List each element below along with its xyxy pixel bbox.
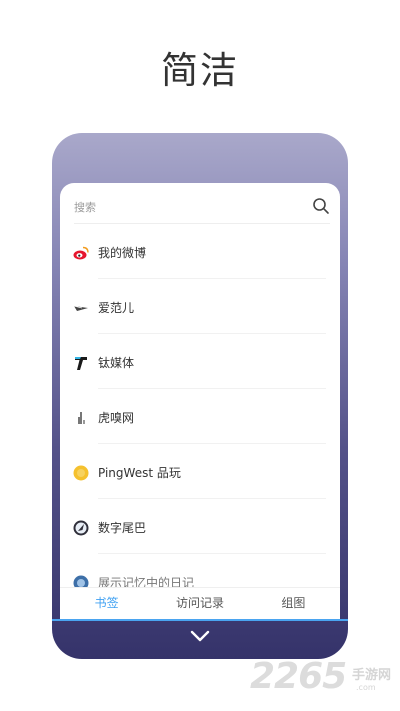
bookmark-item-huxiu[interactable]: 虎嗅网 <box>60 389 340 444</box>
tab-bookmarks[interactable]: 书签 <box>60 588 153 619</box>
chevron-down-icon[interactable] <box>190 629 210 643</box>
watermark-suffix: 手游网 <box>352 668 392 683</box>
weibo-icon <box>73 246 89 260</box>
pingwest-icon <box>73 465 89 481</box>
tab-groups[interactable]: 组图 <box>247 588 340 619</box>
search-bar[interactable]: 搜索 <box>74 193 330 221</box>
bookmark-list: 我的微博 爱范儿 钛媒体 虎嗅网 PingWest 品玩 数字尾巴 展示记忆中的… <box>60 224 340 609</box>
accent-line <box>52 619 348 621</box>
search-input[interactable]: 搜索 <box>74 199 96 215</box>
watermark-number: 2265 <box>250 656 347 697</box>
bookmark-label: 我的微博 <box>98 246 147 260</box>
bookmark-item-tmtpost[interactable]: 钛媒体 <box>60 334 340 389</box>
bookmark-label: 爱范儿 <box>98 301 135 315</box>
bookmark-label: 钛媒体 <box>98 356 135 370</box>
tab-bar: 书签 访问记录 组图 <box>60 587 340 619</box>
site-watermark: 2265 手游网 .com <box>250 656 400 702</box>
bookmark-label: 虎嗅网 <box>98 411 135 425</box>
browser-card: 搜索 我的微博 爱范儿 钛媒体 虎嗅网 PingWest 品玩 数字尾巴 展示记… <box>60 183 340 619</box>
bookmark-item-dgtle[interactable]: 数字尾巴 <box>60 499 340 554</box>
watermark-domain: .com <box>356 683 376 692</box>
ifanr-icon <box>73 305 88 311</box>
tmtpost-icon <box>75 357 87 370</box>
phone-frame: 搜索 我的微博 爱范儿 钛媒体 虎嗅网 PingWest 品玩 数字尾巴 展示记… <box>52 133 348 659</box>
bookmark-item-pingwest[interactable]: PingWest 品玩 <box>60 444 340 499</box>
bookmark-label: PingWest 品玩 <box>98 466 181 480</box>
page-headline: 简洁 <box>161 49 239 92</box>
bookmark-label: 数字尾巴 <box>98 521 147 535</box>
tab-history[interactable]: 访问记录 <box>153 588 246 619</box>
huxiu-icon <box>78 412 85 424</box>
dgtle-icon <box>73 520 89 536</box>
search-icon[interactable] <box>312 197 330 215</box>
bookmark-item-ifanr[interactable]: 爱范儿 <box>60 279 340 334</box>
bookmark-item-weibo[interactable]: 我的微博 <box>60 224 340 279</box>
